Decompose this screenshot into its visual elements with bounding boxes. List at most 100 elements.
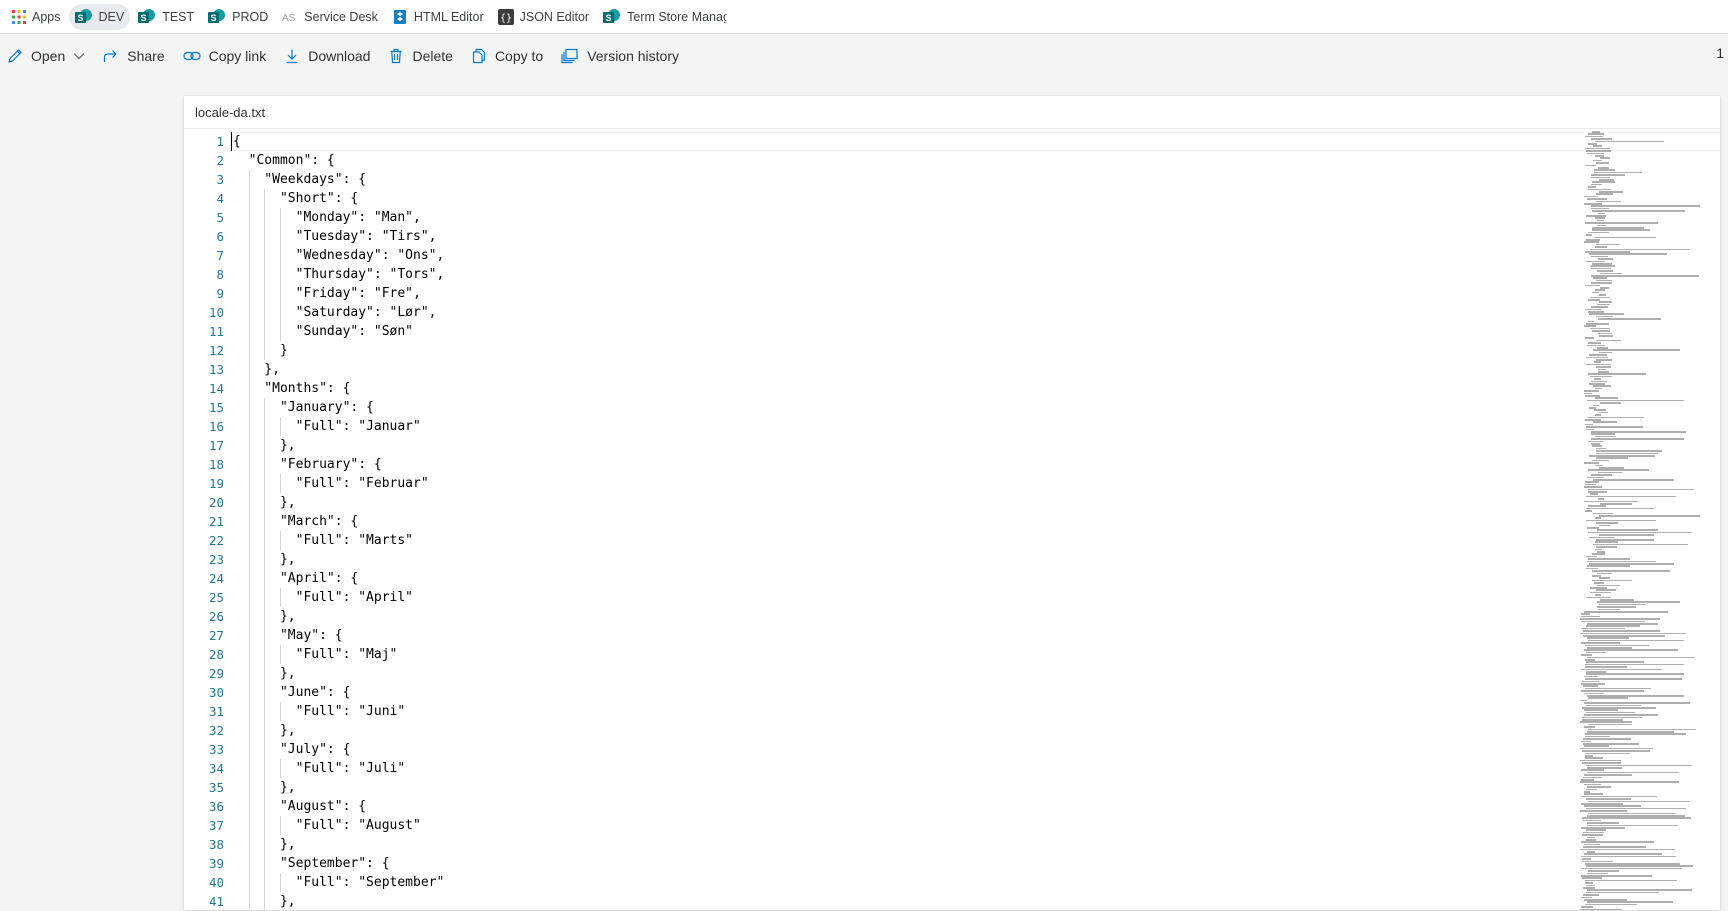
minimap-line: [1599, 599, 1635, 601]
minimap-line: [1598, 167, 1609, 169]
minimap[interactable]: [1580, 129, 1710, 911]
minimap-line: [1595, 339, 1621, 342]
bookmark-test[interactable]: S TEST: [132, 4, 200, 30]
share-button[interactable]: Share: [96, 38, 171, 74]
line-number: 31: [208, 704, 224, 719]
bookmark-json-editor[interactable]: {} JSON Editor: [492, 4, 595, 30]
code-line: 36 "August": {: [184, 797, 1584, 816]
minimap-line: [1586, 637, 1629, 639]
bookmark-prod[interactable]: S PROD: [202, 4, 274, 30]
indent-guide: [279, 873, 281, 892]
minimap-line: [1586, 901, 1674, 903]
minimap-line: [1584, 390, 1600, 392]
minimap-line: [1586, 426, 1643, 428]
code-text: "Months": {: [233, 381, 351, 396]
minimap-line: [1580, 699, 1587, 702]
minimap-line: [1580, 810, 1627, 812]
minimap-line: [1586, 822, 1620, 824]
minimap-line: [1585, 807, 1687, 810]
minimap-line: [1598, 212, 1605, 215]
minimap-line: [1595, 359, 1613, 361]
minimap-line: [1599, 191, 1623, 193]
line-number: 28: [208, 647, 224, 662]
link-icon: [183, 48, 201, 64]
bookmark-label: HTML Editor: [413, 9, 484, 24]
minimap-line: [1593, 361, 1602, 363]
code-line: 16 "Full": "Januar": [184, 417, 1584, 436]
minimap-line: [1591, 263, 1612, 265]
line-number: 10: [208, 305, 224, 320]
code-text: "Friday": "Fre",: [233, 286, 421, 301]
version-history-button[interactable]: Version history: [554, 38, 686, 74]
minimap-line: [1580, 721, 1632, 723]
code-editor[interactable]: 1{2 "Common": {3 "Weekdays": {4 "Short":…: [184, 128, 1720, 911]
minimap-line: [1591, 255, 1608, 258]
minimap-line: [1587, 186, 1597, 188]
download-icon: [284, 48, 300, 64]
minimap-line: [1586, 829, 1607, 831]
sharepoint-icon: [392, 9, 408, 25]
minimap-line: [1591, 438, 1684, 440]
minimap-line: [1590, 431, 1686, 433]
chevron-down-icon: [73, 52, 85, 60]
minimap-line: [1599, 272, 1623, 275]
minimap-line: [1586, 771, 1680, 774]
bookmark-label: TEST: [162, 9, 195, 24]
line-number: 34: [208, 761, 224, 776]
code-line: 38 },: [184, 835, 1584, 854]
minimap-line: [1594, 140, 1665, 143]
minimap-line: [1588, 383, 1606, 385]
json-icon: {}: [497, 8, 514, 25]
minimap-line: [1591, 205, 1701, 207]
minimap-line: [1598, 371, 1610, 373]
code-text: },: [233, 362, 280, 377]
minimap-line: [1586, 625, 1640, 627]
svg-text:S: S: [211, 13, 217, 23]
copy-link-button[interactable]: Copy link: [176, 38, 274, 74]
minimap-line: [1584, 745, 1610, 747]
code-line: 12 }: [184, 341, 1584, 360]
bookmark-term-store[interactable]: S Term Store Managem: [597, 4, 727, 30]
bookmark-label: JSON Editor: [519, 9, 590, 24]
minimap-line: [1583, 702, 1690, 704]
minimap-line: [1585, 239, 1601, 241]
bookmark-service-desk[interactable]: AS Service Desk: [276, 4, 384, 30]
bookmark-dev[interactable]: S DEV: [68, 3, 131, 30]
line-number: 8: [216, 267, 224, 282]
minimap-line: [1583, 853, 1662, 855]
minimap-line: [1583, 776, 1602, 779]
bookmark-apps[interactable]: Apps: [6, 4, 67, 30]
minimap-line: [1580, 848, 1676, 851]
code-line: 33 "July": {: [184, 740, 1584, 759]
code-text: "Full": "April": [233, 590, 414, 605]
minimap-line: [1586, 891, 1660, 894]
open-button[interactable]: Open: [0, 38, 92, 74]
minimap-line: [1595, 594, 1602, 596]
minimap-line: [1586, 495, 1676, 498]
code-line: 35 },: [184, 778, 1584, 797]
code-line: 13 },: [184, 360, 1584, 379]
share-label: Share: [127, 48, 165, 64]
code-line: 34 "Full": "Juli": [184, 759, 1584, 778]
delete-button[interactable]: Delete: [381, 38, 459, 74]
minimap-line: [1587, 836, 1596, 839]
bookmark-html-editor[interactable]: HTML Editor: [386, 4, 490, 30]
download-button[interactable]: Download: [277, 38, 377, 74]
line-number: 12: [208, 343, 224, 358]
minimap-line: [1594, 155, 1605, 157]
minimap-line: [1585, 135, 1604, 138]
minimap-line: [1588, 253, 1667, 255]
minimap-line: [1580, 827, 1625, 829]
minimap-line: [1599, 503, 1632, 505]
line-number: 25: [208, 590, 224, 605]
minimap-line: [1593, 404, 1600, 407]
line-number: 26: [208, 609, 224, 624]
minimap-line: [1595, 243, 1621, 246]
minimap-line: [1584, 843, 1600, 846]
minimap-line: [1587, 231, 1610, 234]
minimap-line: [1586, 704, 1642, 707]
copy-to-button[interactable]: Copy to: [464, 38, 550, 74]
code-text: "Common": {: [233, 153, 335, 168]
command-bar: Open Share Copy link Download Delete Cop…: [0, 35, 1728, 77]
minimap-line: [1587, 647, 1633, 649]
